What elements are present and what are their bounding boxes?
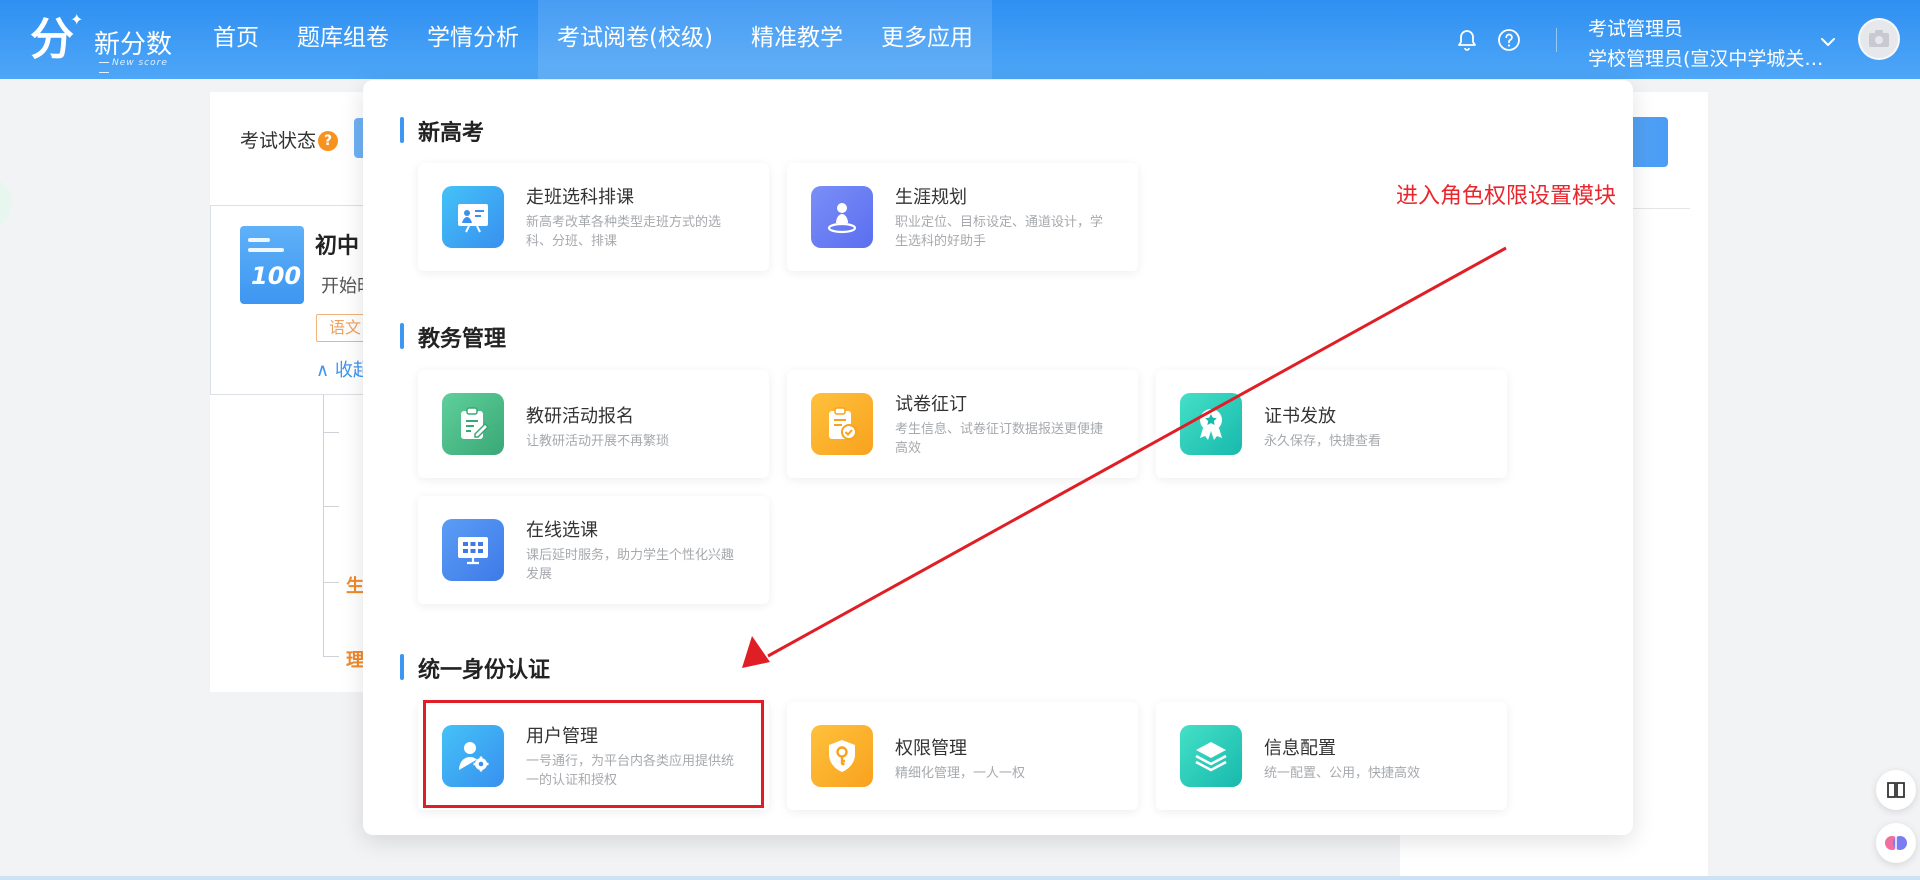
layers-icon [1180,725,1242,787]
clipboard-edit-icon [442,393,504,455]
float-book-button[interactable] [1876,770,1916,810]
side-float-icon[interactable] [0,180,12,226]
app-desc: 新高考改革各种类型走班方式的选科、分班、排课 [526,215,722,249]
nav-exam-grading[interactable]: 考试阅卷(校级) [538,0,732,79]
annotation-text: 进入角色权限设置模块 [1396,184,1617,209]
book-icon [1887,782,1905,798]
main-nav: 首页 题库组卷 学情分析 考试阅卷(校级) 精准教学 更多应用 [194,0,992,79]
app-name: 试卷征订 [895,394,967,415]
section-title-academic-affairs: 教务管理 [400,321,506,353]
app-card-course-scheduling[interactable]: 走班选科排课 新高考改革各种类型走班方式的选科、分班、排课 [418,163,769,271]
float-ai-button[interactable] [1876,823,1916,863]
app-desc: 统一配置、公用，快捷高效 [1264,766,1421,781]
app-desc: 职业定位、目标设定、通道设计，学生选科的好助手 [895,215,1104,249]
nav-home[interactable]: 首页 [194,0,278,79]
certificate-medal-icon [1180,393,1242,455]
online-course-icon [442,519,504,581]
classroom-board-icon [442,186,504,248]
bottom-strip [0,876,1920,880]
app-name: 证书发放 [1264,406,1336,427]
section-title-unified-identity: 统一身份认证 [400,652,550,684]
app-card-paper-subscription[interactable]: 试卷征订 考生信息、试卷征订数据报送更便捷高效 [787,370,1138,478]
avatar[interactable] [1858,18,1900,60]
logo-subtitle: New score [96,58,174,78]
app-name: 教研活动报名 [526,406,634,427]
doc-line [248,248,284,252]
chevron-down-icon[interactable] [1818,32,1838,52]
tree-branch [323,506,339,507]
camera-icon [1869,30,1889,47]
nav-precision-teaching[interactable]: 精准教学 [731,0,862,79]
logo-spark-icon: ✦ [70,10,84,29]
app-desc: 课后延时服务，助力学生个性化兴趣发展 [526,548,735,582]
app-name: 走班选科排课 [526,187,634,208]
nav-learning-analysis[interactable]: 学情分析 [408,0,538,79]
permission-key-icon [811,725,873,787]
app-card-career-planning[interactable]: 生涯规划 职业定位、目标设定、通道设计，学生选科的好助手 [787,163,1138,271]
brain-icon [1885,836,1907,850]
exam-status-label-text: 考试状态 [240,130,317,152]
section-title-new-gaokao: 新高考 [400,115,484,147]
nav-question-bank[interactable]: 题库组卷 [278,0,408,79]
exam-title: 初中 [315,234,360,259]
bell-icon[interactable] [1455,28,1479,52]
app-desc: 让教研活动开展不再繁琐 [526,434,670,449]
app-name: 权限管理 [895,738,967,759]
tree-item[interactable]: 理 [346,646,364,672]
career-location-icon [811,186,873,248]
app-card-certificate-issue[interactable]: 证书发放 永久保存，快捷查看 [1156,370,1507,478]
tree-branch [323,656,339,657]
logo-name: 新分数 [94,30,173,60]
tree-branch [323,582,339,583]
app-card-permission-management[interactable]: 权限管理 精细化管理，一人一权 [787,702,1138,810]
top-nav-bar: 分 ✦ 新分数 New score 首页 题库组卷 学情分析 考试阅卷(校级) … [0,0,1920,79]
app-name: 在线选课 [526,520,598,541]
tree-line [323,395,324,657]
app-logo[interactable]: 分 ✦ 新分数 New score [26,10,174,74]
subject-tag: 语文 [316,314,366,342]
tree-item[interactable]: 生 [346,572,364,598]
user-role[interactable]: 学校管理员(宣汉中学城关校区) [1588,44,1838,71]
app-desc: 精细化管理，一人一权 [895,766,1026,781]
app-card-research-signup[interactable]: 教研活动报名 让教研活动开展不再繁琐 [418,370,769,478]
app-card-info-config[interactable]: 信息配置 统一配置、公用，快捷高效 [1156,702,1507,810]
header-divider [1556,28,1557,52]
app-name: 生涯规划 [895,187,967,208]
score-100-icon: 100 [251,262,302,290]
help-icon[interactable] [1497,28,1521,52]
app-desc: 永久保存，快捷查看 [1264,434,1382,449]
annotation-highlight-box [423,700,764,808]
doc-line [248,238,270,242]
app-card-online-course[interactable]: 在线选课 课后延时服务，助力学生个性化兴趣发展 [418,496,769,604]
chevron-up-icon: ∧ [316,360,330,381]
help-badge-icon[interactable]: ? [318,131,339,151]
tree-branch [323,432,339,433]
paper-order-icon [811,393,873,455]
app-desc: 考生信息、试卷征订数据报送更便捷高效 [895,422,1104,456]
exam-status-filter-label: 考试状态? [240,126,339,153]
logo-mark-icon: 分 [30,14,74,65]
user-name[interactable]: 考试管理员 [1588,14,1683,41]
app-name: 信息配置 [1264,738,1336,759]
nav-more-apps[interactable]: 更多应用 [861,0,992,79]
